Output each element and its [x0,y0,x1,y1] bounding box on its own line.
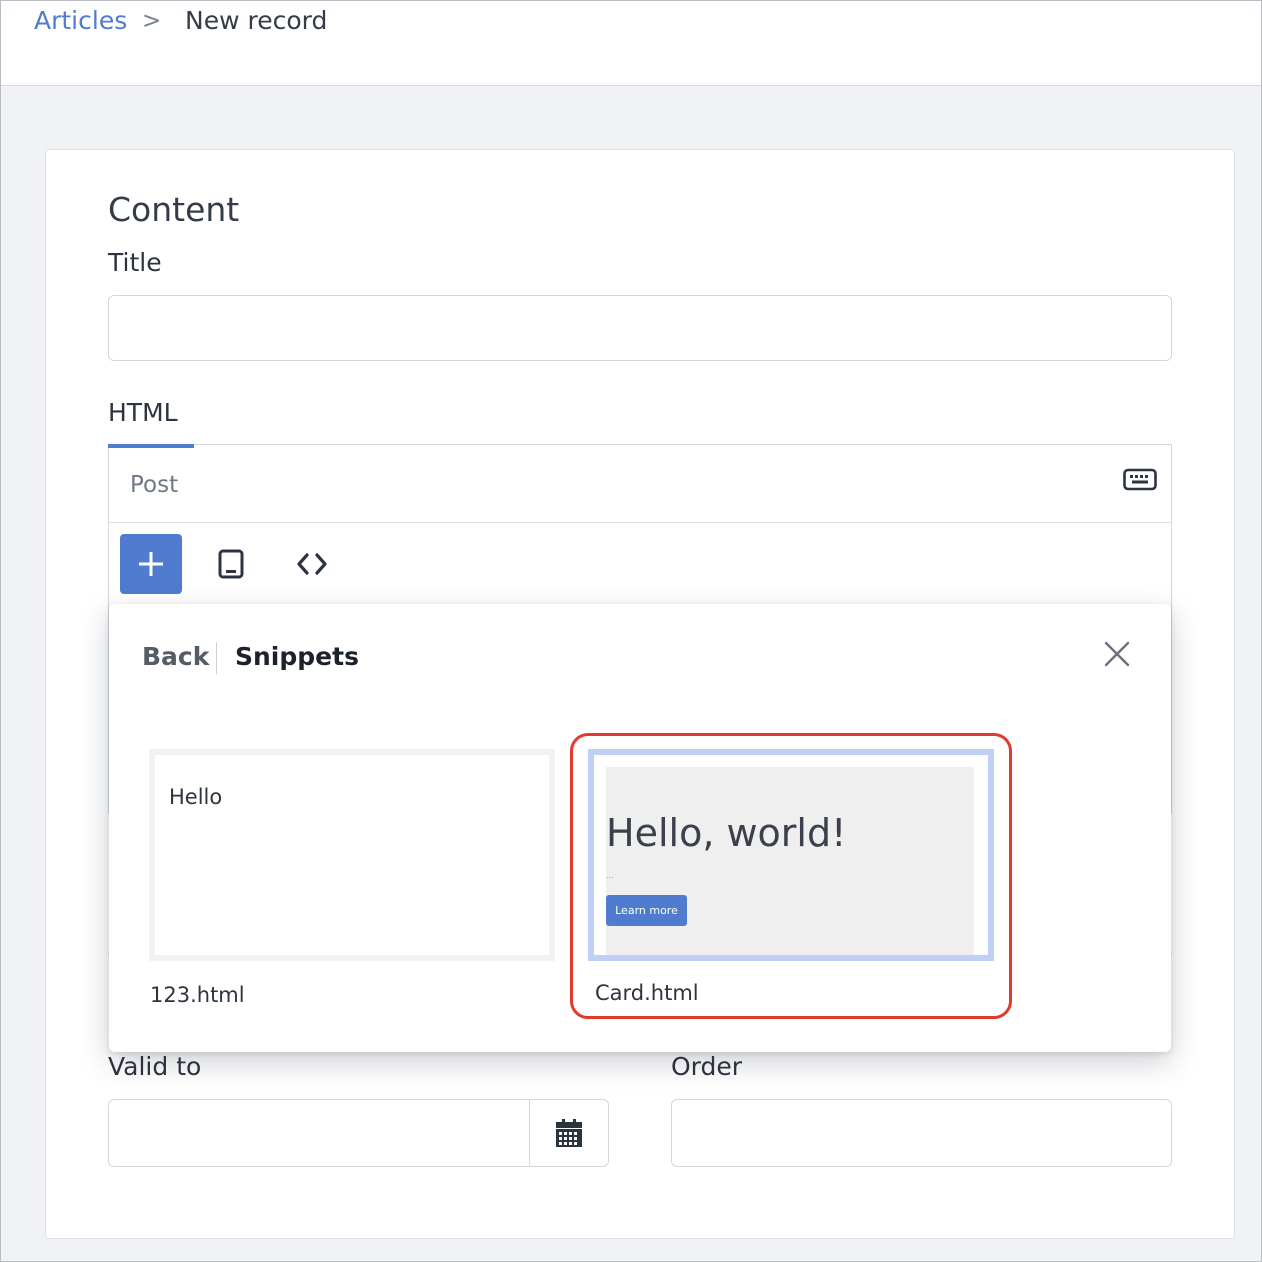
breadcrumb-articles-link[interactable]: Articles [34,6,127,35]
valid-to-label: Valid to [108,1052,202,1081]
card-preview-button: Learn more [606,895,687,926]
snippet-name: Card.html [595,981,699,1005]
keyboard-icon[interactable] [1123,467,1157,493]
calendar-icon [556,1119,582,1147]
html-tab-label[interactable]: HTML [108,398,178,427]
close-icon[interactable] [1099,636,1135,672]
back-button[interactable]: Back [142,642,209,671]
post-label: Post [130,472,179,498]
card-preview-dots: ... [606,871,614,880]
snippet-item-card[interactable]: Hello, world! ... Learn more Card.html [588,749,994,1009]
code-view-button[interactable] [281,534,343,594]
snippet-preview-text: Hello [169,785,223,809]
snippet-preview: Hello, world! ... Learn more [588,749,994,961]
html-tab-indicator [108,444,194,448]
section-title: Content [108,190,240,229]
snippet-name: 123.html [150,983,245,1007]
code-icon [297,553,327,575]
title-label: Title [108,248,162,277]
tablet-icon [218,549,244,579]
snippets-popover: Back Snippets Hello 123.html Hello, worl… [109,604,1171,1052]
breadcrumb-separator: > [142,8,162,34]
card-preview-hero: Hello, world! ... Learn more [606,767,974,955]
breadcrumb-current: New record [185,6,328,35]
valid-to-input[interactable] [108,1099,530,1167]
order-input[interactable] [671,1099,1172,1167]
snippet-item-123[interactable]: Hello 123.html [149,749,555,1009]
header-divider [216,642,217,674]
title-input[interactable] [108,295,1172,361]
top-bar: Articles > New record [0,0,1262,86]
order-label: Order [671,1052,743,1081]
editor-header: Post [109,445,1171,523]
popover-title: Snippets [235,642,359,671]
snippet-preview: Hello [149,749,555,961]
card-preview-heading: Hello, world! [606,811,847,855]
plus-icon [139,552,163,576]
tablet-preview-button[interactable] [200,534,262,594]
date-picker-button[interactable] [529,1099,609,1167]
add-block-button[interactable] [120,534,182,594]
